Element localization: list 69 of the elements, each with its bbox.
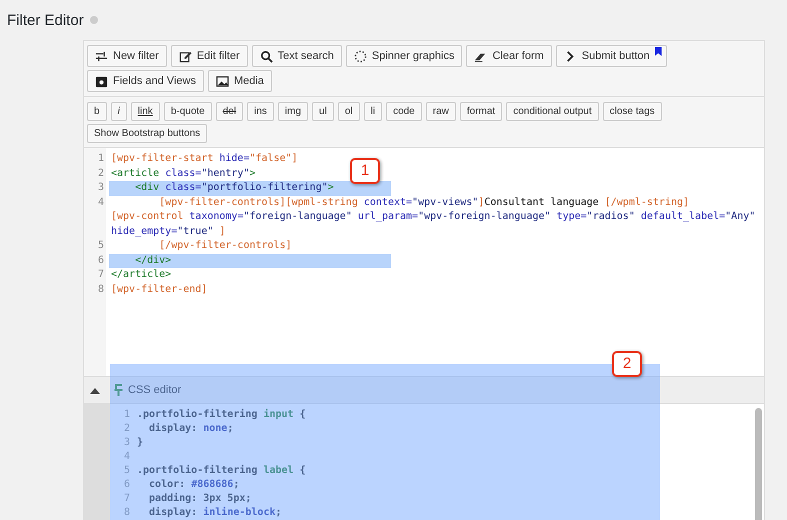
line-number: 7 [122,492,131,506]
code-line: [wpv-control taxonomy="foreign-language" url_param="wpv-foreign-language" type="radios" default_label="Any" [110,210,756,224]
format-button[interactable]: conditional output [506,102,599,121]
format-button[interactable]: raw [426,102,456,121]
toolbar-button[interactable]: Media [208,70,272,92]
pin-icon [114,384,123,396]
css-editor-title[interactable]: CSS editor [128,384,182,396]
image-icon [216,74,229,88]
bookmark-icon [654,47,662,56]
code-editor[interactable] [84,148,764,377]
format-button[interactable]: del [216,102,244,121]
code-line: <article class="hentry"> [110,166,256,180]
toolbar-button[interactable]: Submit button [556,45,667,67]
line-number: 1 [122,408,131,422]
scrollbar[interactable] [755,408,762,520]
format-button[interactable]: li [364,102,382,121]
code-line: [wpv-filter-controls][wpml-string context="wpv-views"]Consultant language [/wpml-string] [158,196,690,210]
spinner-icon [354,50,367,62]
code-line: padding: 3px 5px; [148,492,252,506]
format-button[interactable]: format [460,102,502,121]
format-button[interactable]: ul [312,102,334,121]
line-number: 8 [122,506,131,520]
format-button[interactable]: i [110,102,127,121]
format-button[interactable]: b [87,102,107,121]
code-line: hide_empty="true" ] [110,224,226,238]
format-button[interactable]: Show Bootstrap buttons [87,124,208,143]
css-code-editor[interactable]: 1 .portfolio-filtering input { 2 display: none; 3 } 4 5 .portfolio-filtering label { 6 color: #868686; 7 padding: 3px 5px; 8 display: inline-block; [110,404,764,520]
toolbar-button[interactable]: Clear form [466,45,552,67]
edit-icon [178,50,192,62]
code-line: [/wpv-filter-controls] [158,239,292,253]
code-line: .portfolio-filtering input { [136,408,306,422]
callout-badge: 1 [350,158,380,184]
line-number: 5 [96,239,105,253]
code-line: .portfolio-filtering label { [136,464,306,478]
line-number: 5 [122,464,131,478]
page-title: Filter Editor [7,12,84,28]
line-number: 3 [96,181,105,195]
toolbar-button[interactable]: Fields and Views [87,70,204,92]
format-button[interactable]: close tags [602,102,662,121]
code-line: [wpv-filter-start hide="false"] [110,152,298,166]
format-button[interactable]: code [386,102,422,121]
format-button[interactable]: ol [338,102,360,121]
line-number: 3 [122,436,131,450]
line-number: 6 [96,254,105,268]
line-number: 4 [96,196,105,210]
sliders-icon [95,50,108,62]
format-button[interactable]: b-quote [164,102,212,121]
format-button[interactable]: ins [247,102,274,121]
toolbar-button[interactable]: Edit filter [170,45,248,67]
search-icon [260,50,273,62]
line-number: 4 [122,450,131,464]
line-number: 7 [96,268,105,282]
format-button[interactable]: link [130,102,160,121]
toolbar-button[interactable]: New filter [87,45,167,67]
format-button[interactable]: img [278,102,308,121]
code-line: } [136,436,144,450]
callout-badge: 2 [612,351,642,377]
line-number: 2 [122,422,131,436]
code-line: </article> [110,268,172,282]
line-number: 8 [96,282,105,296]
code-line: [wpv-filter-end] [110,282,208,296]
code-line: display: inline-block; [148,506,282,520]
code-line: color: #868686; [148,478,240,492]
code-line: display: none; [148,422,234,436]
line-number: 6 [122,478,131,492]
toolbar-button[interactable]: Spinner graphics [346,45,462,67]
line-number: 1 [96,152,105,166]
line-number: 2 [96,166,105,180]
toolbar-button[interactable]: Text search [252,45,342,67]
